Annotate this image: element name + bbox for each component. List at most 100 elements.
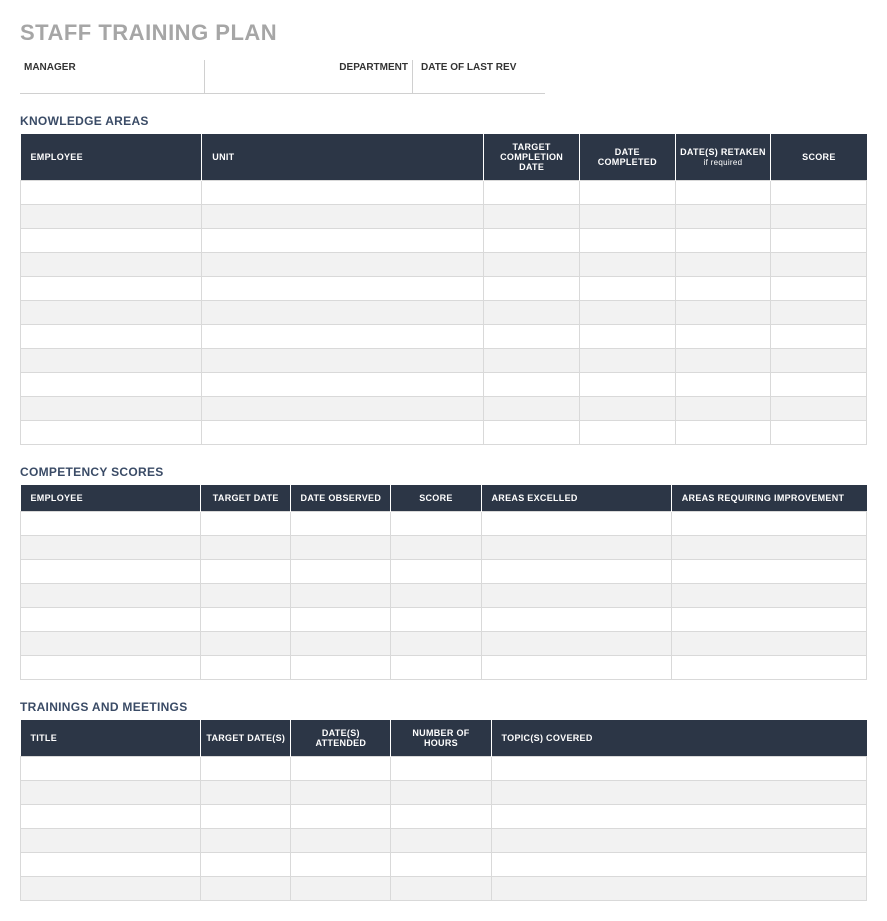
table-cell[interactable] [21, 253, 202, 277]
table-cell[interactable] [21, 853, 201, 877]
table-cell[interactable] [481, 536, 671, 560]
table-cell[interactable] [391, 656, 481, 680]
table-cell[interactable] [201, 656, 291, 680]
table-cell[interactable] [579, 277, 675, 301]
table-cell[interactable] [771, 325, 867, 349]
table-cell[interactable] [201, 608, 291, 632]
table-cell[interactable] [491, 853, 866, 877]
table-cell[interactable] [202, 229, 484, 253]
table-cell[interactable] [21, 397, 202, 421]
table-cell[interactable] [202, 325, 484, 349]
table-cell[interactable] [202, 181, 484, 205]
table-cell[interactable] [201, 632, 291, 656]
table-cell[interactable] [579, 397, 675, 421]
table-cell[interactable] [484, 253, 580, 277]
table-cell[interactable] [201, 536, 291, 560]
table-cell[interactable] [675, 229, 771, 253]
table-cell[interactable] [579, 301, 675, 325]
table-cell[interactable] [391, 608, 481, 632]
table-cell[interactable] [675, 205, 771, 229]
table-cell[interactable] [481, 560, 671, 584]
table-cell[interactable] [21, 325, 202, 349]
table-cell[interactable] [484, 301, 580, 325]
table-cell[interactable] [21, 757, 201, 781]
table-cell[interactable] [675, 373, 771, 397]
table-cell[interactable] [771, 421, 867, 445]
table-cell[interactable] [201, 781, 291, 805]
table-cell[interactable] [202, 205, 484, 229]
table-cell[interactable] [675, 277, 771, 301]
table-cell[interactable] [291, 757, 391, 781]
table-cell[interactable] [484, 181, 580, 205]
table-cell[interactable] [202, 253, 484, 277]
table-cell[interactable] [771, 253, 867, 277]
table-cell[interactable] [201, 584, 291, 608]
table-cell[interactable] [391, 536, 481, 560]
table-cell[interactable] [391, 560, 481, 584]
meta-daterev-cell[interactable]: DATE OF LAST REV [413, 60, 545, 94]
table-cell[interactable] [202, 421, 484, 445]
table-cell[interactable] [491, 757, 866, 781]
table-cell[interactable] [579, 181, 675, 205]
table-cell[interactable] [484, 325, 580, 349]
table-cell[interactable] [202, 373, 484, 397]
table-cell[interactable] [579, 349, 675, 373]
table-cell[interactable] [21, 277, 202, 301]
table-cell[interactable] [484, 421, 580, 445]
table-cell[interactable] [201, 853, 291, 877]
table-cell[interactable] [579, 205, 675, 229]
table-cell[interactable] [671, 656, 866, 680]
table-cell[interactable] [391, 512, 481, 536]
table-cell[interactable] [21, 512, 201, 536]
table-cell[interactable] [202, 277, 484, 301]
table-cell[interactable] [21, 608, 201, 632]
table-cell[interactable] [21, 560, 201, 584]
table-cell[interactable] [202, 301, 484, 325]
table-cell[interactable] [675, 397, 771, 421]
table-cell[interactable] [291, 632, 391, 656]
table-cell[interactable] [391, 829, 491, 853]
table-cell[interactable] [21, 877, 201, 901]
table-cell[interactable] [291, 853, 391, 877]
table-cell[interactable] [771, 397, 867, 421]
table-cell[interactable] [21, 632, 201, 656]
table-cell[interactable] [21, 656, 201, 680]
table-cell[interactable] [201, 877, 291, 901]
table-cell[interactable] [391, 584, 481, 608]
table-cell[interactable] [291, 877, 391, 901]
table-cell[interactable] [675, 349, 771, 373]
table-cell[interactable] [391, 781, 491, 805]
table-cell[interactable] [202, 397, 484, 421]
table-cell[interactable] [771, 229, 867, 253]
table-cell[interactable] [579, 229, 675, 253]
table-cell[interactable] [579, 421, 675, 445]
table-cell[interactable] [579, 373, 675, 397]
table-cell[interactable] [771, 205, 867, 229]
table-cell[interactable] [671, 584, 866, 608]
table-cell[interactable] [484, 373, 580, 397]
table-cell[interactable] [484, 277, 580, 301]
table-cell[interactable] [675, 253, 771, 277]
table-cell[interactable] [21, 805, 201, 829]
table-cell[interactable] [671, 512, 866, 536]
table-cell[interactable] [771, 301, 867, 325]
table-cell[interactable] [481, 608, 671, 632]
table-cell[interactable] [391, 877, 491, 901]
table-cell[interactable] [21, 349, 202, 373]
table-cell[interactable] [671, 632, 866, 656]
table-cell[interactable] [484, 397, 580, 421]
table-cell[interactable] [491, 805, 866, 829]
table-cell[interactable] [201, 757, 291, 781]
table-cell[interactable] [291, 608, 391, 632]
table-cell[interactable] [21, 181, 202, 205]
table-cell[interactable] [21, 205, 202, 229]
table-cell[interactable] [675, 181, 771, 205]
table-cell[interactable] [291, 584, 391, 608]
table-cell[interactable] [675, 421, 771, 445]
table-cell[interactable] [291, 536, 391, 560]
table-cell[interactable] [481, 512, 671, 536]
table-cell[interactable] [481, 584, 671, 608]
table-cell[interactable] [21, 781, 201, 805]
table-cell[interactable] [391, 853, 491, 877]
table-cell[interactable] [21, 584, 201, 608]
